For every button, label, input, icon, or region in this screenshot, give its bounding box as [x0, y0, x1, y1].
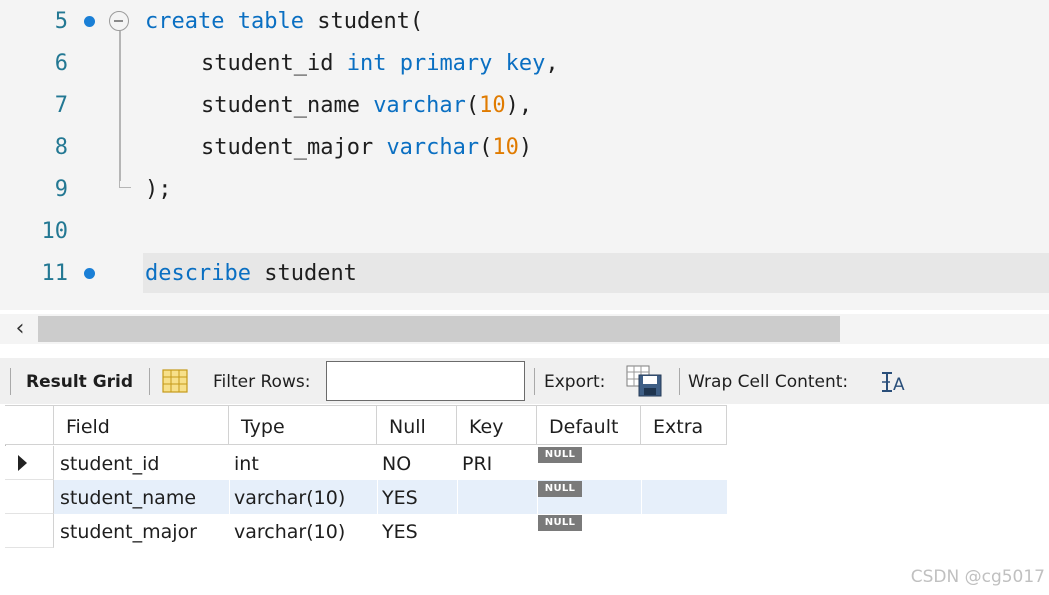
cell-extra[interactable]	[640, 446, 646, 480]
sql-token: student_major	[201, 135, 387, 160]
code-text: );	[145, 169, 172, 211]
line-number: 8	[54, 135, 68, 160]
code-text: student_major varchar(10)	[145, 127, 532, 169]
scrollbar-thumb[interactable]	[38, 316, 840, 342]
current-row-arrow-icon	[18, 455, 27, 471]
sql-keyword: int	[346, 51, 387, 76]
table-row[interactable]: student_major varchar(10) YES NULL	[5, 514, 727, 548]
statement-marker-icon[interactable]	[84, 268, 95, 279]
result-grid-tab[interactable]: Result Grid	[26, 358, 133, 404]
code-line[interactable]: 9);	[0, 169, 1049, 211]
toolbar-separator	[534, 368, 535, 395]
code-text: student_name varchar(10),	[145, 85, 532, 127]
code-line[interactable]: 7 student_name varchar(10),	[0, 85, 1049, 127]
sql-token: student_name	[201, 93, 374, 118]
column-header-type[interactable]: Type	[229, 405, 377, 445]
wrap-cell-content-label: Wrap Cell Content:	[688, 372, 849, 392]
line-number: 7	[54, 93, 68, 118]
column-header-field[interactable]: Field	[54, 405, 229, 445]
column-header-default[interactable]: Default	[537, 405, 641, 445]
code-line[interactable]: 6 student_id int primary key,	[0, 43, 1049, 85]
null-badge: NULL	[538, 481, 582, 497]
cell-key[interactable]	[456, 480, 462, 514]
filter-rows-input[interactable]	[326, 361, 525, 401]
cell-type[interactable]: int	[228, 446, 259, 480]
sql-editor[interactable]: 5 create table student(6 student_id int pr…	[0, 0, 1049, 310]
sql-token: (	[465, 93, 480, 118]
cell-field[interactable]: student_id	[54, 446, 159, 480]
cell-field[interactable]: student_name	[54, 480, 196, 514]
toolbar-separator	[149, 368, 150, 395]
watermark: CSDN @cg5017	[910, 567, 1045, 587]
sql-token: student_id	[201, 51, 347, 76]
cell-null[interactable]: YES	[376, 480, 418, 514]
sql-number: 10	[479, 93, 506, 118]
sql-token: ,	[545, 51, 559, 76]
sql-keyword: varchar	[386, 135, 480, 160]
table-row[interactable]: student_name varchar(10) YES NULL	[5, 480, 727, 514]
sql-token: ),	[505, 93, 533, 118]
toolbar-separator	[10, 368, 11, 395]
column-header-key[interactable]: Key	[457, 405, 537, 445]
line-number: 10	[41, 219, 69, 244]
filter-rows-label: Filter Rows:	[213, 372, 311, 392]
sql-keyword: varchar	[373, 93, 466, 118]
cell-extra[interactable]	[640, 480, 646, 514]
line-number: 9	[54, 177, 68, 202]
cell-key[interactable]	[456, 514, 462, 548]
code-line[interactable]: 8 student_major varchar(10)	[0, 127, 1049, 169]
export-icon[interactable]	[626, 365, 662, 397]
code-line[interactable]: 10	[0, 211, 1049, 253]
row-header[interactable]	[5, 446, 54, 480]
line-number: 5	[54, 9, 68, 34]
table-row[interactable]: student_id int NO PRI NULL	[5, 446, 727, 480]
cell-null[interactable]: YES	[376, 514, 418, 548]
sql-token: )	[518, 135, 533, 160]
wrap-text-icon[interactable]: A	[880, 371, 906, 393]
scroll-left-arrow-icon[interactable]: ‹	[12, 317, 28, 341]
cell-extra[interactable]	[640, 514, 646, 548]
sql-keyword: create	[145, 9, 225, 34]
column-header-extra[interactable]: Extra	[641, 405, 727, 445]
line-number: 11	[41, 261, 69, 286]
sql-token: (	[479, 135, 493, 160]
sql-keyword: table	[237, 9, 304, 34]
code-line[interactable]: 11 describe student	[0, 253, 1049, 295]
cell-null[interactable]: NO	[376, 446, 411, 480]
form-editor-icon[interactable]	[162, 369, 188, 393]
cell-type[interactable]: varchar(10)	[228, 514, 345, 548]
cell-key[interactable]: PRI	[456, 446, 492, 480]
code-text: student_id int primary key,	[145, 43, 559, 85]
mysql-workbench-window: 5 create table student(6 student_id int pr…	[0, 0, 1049, 595]
toolbar-separator	[679, 368, 680, 395]
editor-horizontal-scrollbar[interactable]: ‹	[0, 314, 1049, 344]
sql-token: );	[145, 177, 172, 202]
export-label: Export:	[544, 372, 606, 392]
sql-number: 10	[492, 135, 519, 160]
code-text: describe student	[145, 253, 357, 295]
row-header[interactable]	[5, 480, 54, 514]
code-text: create table student(	[145, 1, 423, 43]
sql-keyword: primary	[399, 51, 493, 76]
grid-corner-cell	[5, 405, 54, 445]
svg-text:A: A	[893, 375, 905, 393]
sql-token: student	[250, 261, 357, 286]
cell-field[interactable]: student_major	[54, 514, 197, 548]
fold-collapse-icon[interactable]	[109, 11, 129, 31]
code-line[interactable]: 5 create table student(	[0, 1, 1049, 43]
null-badge: NULL	[538, 515, 582, 531]
row-header[interactable]	[5, 514, 54, 548]
column-header-null[interactable]: Null	[377, 405, 457, 445]
statement-marker-icon[interactable]	[84, 16, 95, 27]
null-badge: NULL	[538, 447, 582, 463]
cell-type[interactable]: varchar(10)	[228, 480, 345, 514]
result-toolbar: Result Grid Filter Rows: Export: Wrap Ce…	[0, 358, 1049, 404]
line-number: 6	[54, 51, 68, 76]
sql-keyword: describe	[145, 261, 251, 286]
sql-token: student(	[303, 9, 424, 34]
sql-keyword: key	[505, 51, 546, 76]
